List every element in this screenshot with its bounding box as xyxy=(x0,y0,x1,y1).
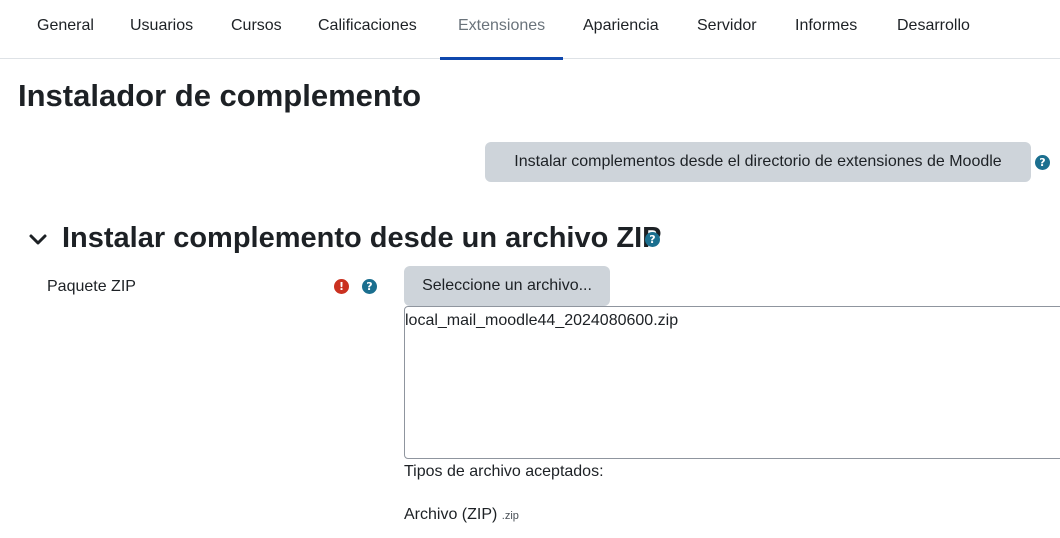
install-from-directory-button[interactable]: Instalar complementos desde el directori… xyxy=(485,142,1031,182)
select-file-button[interactable]: Seleccione un archivo... xyxy=(404,266,610,306)
accepted-type-name: Archivo (ZIP) xyxy=(404,506,498,523)
tab-servidor[interactable]: Servidor xyxy=(679,0,775,59)
tab-usuarios[interactable]: Usuarios xyxy=(112,0,211,59)
question-circle-icon[interactable]: ? xyxy=(362,279,377,294)
exclamation-circle-icon: ! xyxy=(334,279,349,294)
tab-informes[interactable]: Informes xyxy=(777,0,875,59)
tab-extensiones[interactable]: Extensiones xyxy=(440,0,564,60)
tab-desarrollo[interactable]: Desarrollo xyxy=(879,0,988,59)
tab-cursos[interactable]: Cursos xyxy=(213,0,300,59)
accepted-type-extension: .zip xyxy=(501,510,519,522)
admin-tabs: General Usuarios Cursos Calificaciones E… xyxy=(0,0,1060,60)
selected-filename[interactable]: local_mail_moodle44_2024080600.zip xyxy=(405,312,678,330)
page-title: Instalador de complemento xyxy=(18,78,422,113)
tab-calificaciones[interactable]: Calificaciones xyxy=(300,0,435,59)
section-title: Instalar complemento desde un archivo ZI… xyxy=(62,222,662,254)
question-circle-icon[interactable]: ? xyxy=(1035,155,1050,170)
chevron-down-icon[interactable] xyxy=(28,230,48,250)
tab-general[interactable]: General xyxy=(19,0,112,59)
tab-apariencia[interactable]: Apariencia xyxy=(565,0,677,59)
accepted-type-item: Archivo (ZIP) .zip xyxy=(404,506,519,524)
question-circle-icon[interactable]: ? xyxy=(645,232,660,247)
accepted-types-label: Tipos de archivo aceptados: xyxy=(404,463,604,480)
zip-package-label: Paquete ZIP xyxy=(47,278,136,295)
